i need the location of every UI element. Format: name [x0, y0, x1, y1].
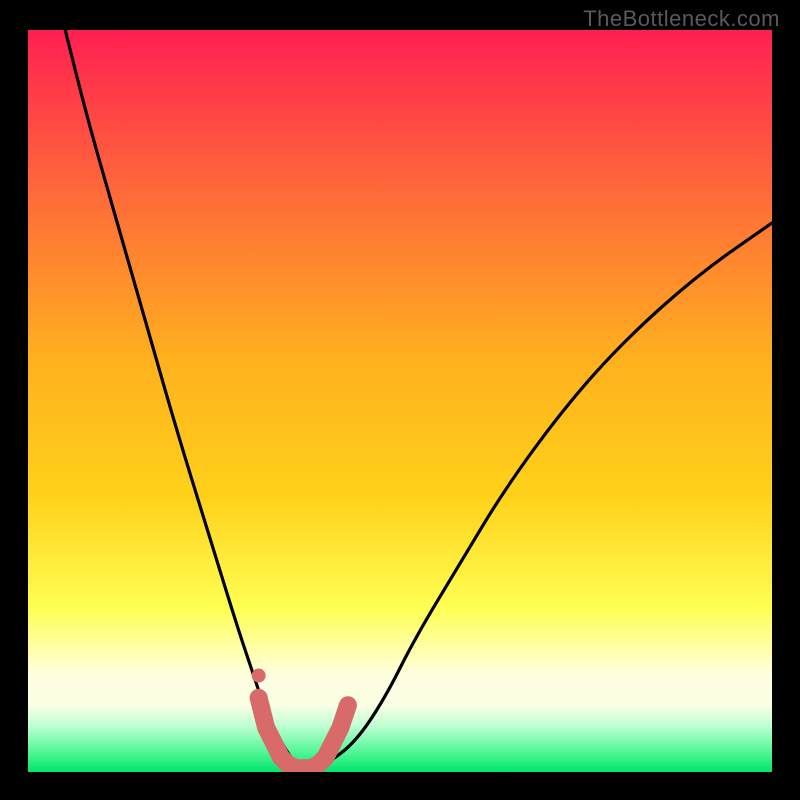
gradient-background	[28, 30, 772, 772]
watermark-text: TheBottleneck.com	[583, 6, 780, 32]
chart-svg	[28, 30, 772, 772]
marker-dot	[252, 669, 266, 683]
chart-frame: TheBottleneck.com	[0, 0, 800, 800]
plot-area	[28, 30, 772, 772]
